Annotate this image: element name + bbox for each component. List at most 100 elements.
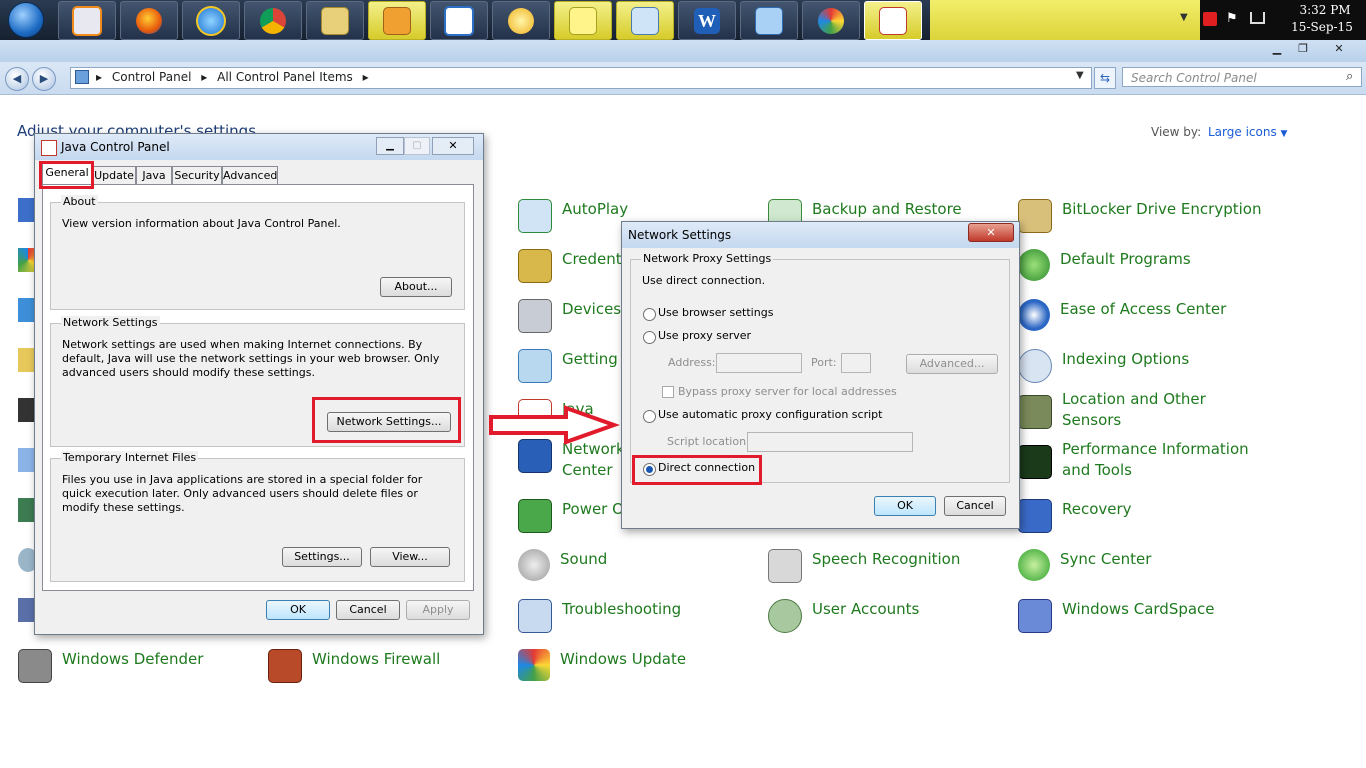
cp-item-windows-firewall[interactable]: Windows Firewall [268, 649, 440, 683]
breadcrumb-control-panel[interactable]: Control Panel [112, 70, 192, 84]
view-button[interactable]: View... [370, 547, 450, 567]
network-settings-text: Network settings are used when making In… [62, 338, 440, 379]
file-manager-icon [321, 6, 349, 35]
temp-group-label: Temporary Internet Files [61, 451, 199, 464]
taskbar-media-player[interactable] [58, 1, 116, 40]
cp-item-sound[interactable]: Sound [518, 549, 607, 581]
cp-item-location-sensors[interactable]: Location and Other Sensors [1018, 389, 1252, 431]
taskbar-control-panel[interactable] [740, 1, 798, 40]
taskbar-network-diagram[interactable] [430, 1, 488, 40]
action-center-flag-icon[interactable]: ⚑ [1226, 12, 1240, 26]
weather-icon [508, 7, 534, 34]
power-icon [518, 499, 552, 533]
network-dialog-close-button[interactable]: ✕ [968, 223, 1014, 242]
refresh-button[interactable]: ⇆ [1094, 67, 1116, 89]
cp-item-troubleshooting[interactable]: Troubleshooting [518, 599, 681, 633]
cp-item-ease-of-access[interactable]: Ease of Access Center [1018, 299, 1226, 331]
notepad-icon [631, 6, 659, 35]
autoplay-icon [518, 199, 552, 233]
auto-proxy-script-label[interactable]: Use automatic proxy configuration script [658, 408, 882, 422]
java-apply-button: Apply [406, 600, 470, 620]
maximize-button[interactable]: ❐ [1290, 41, 1316, 57]
taskbar-outlook[interactable] [368, 1, 426, 40]
network-dialog-title: Network Settings [628, 228, 732, 242]
window-titlebar [0, 40, 1366, 62]
tab-advanced[interactable]: Advanced [222, 166, 278, 186]
search-input[interactable]: Search Control Panel [1122, 67, 1362, 87]
tab-java[interactable]: Java [136, 166, 172, 186]
cp-item-windows-update[interactable]: Windows Update [518, 649, 686, 681]
cp-item-getting-started[interactable]: Getting S [518, 349, 632, 383]
view-mode-dropdown[interactable]: Large icons ▼ [1208, 125, 1287, 139]
outlook-icon [383, 6, 411, 35]
cp-item-credential-manager[interactable]: Credenti [518, 249, 626, 283]
cp-item-cardspace[interactable]: Windows CardSpace [1018, 599, 1215, 633]
network-cancel-button[interactable]: Cancel [944, 496, 1006, 516]
tab-security[interactable]: Security [172, 166, 222, 186]
close-button[interactable]: ✕ [1320, 41, 1358, 57]
radio-proxy-server[interactable] [643, 331, 656, 344]
cp-item-sync-center[interactable]: Sync Center [1018, 549, 1151, 581]
settings-button[interactable]: Settings... [282, 547, 362, 567]
java-cancel-button[interactable]: Cancel [336, 600, 400, 620]
taskbar-java[interactable] [864, 1, 922, 40]
radio-browser-settings[interactable] [643, 308, 656, 321]
java-ok-button[interactable]: OK [266, 600, 330, 620]
cp-item-bitlocker[interactable]: BitLocker Drive Encryption [1018, 199, 1261, 233]
cp-item-recovery[interactable]: Recovery [1018, 499, 1132, 533]
performance-icon [1018, 445, 1052, 479]
radio-auto-proxy-script[interactable] [643, 410, 656, 423]
cp-item-indexing-options[interactable]: Indexing Options [1018, 349, 1189, 383]
sticky-notes-icon [569, 6, 597, 35]
clock-time[interactable]: 3:32 PM [1290, 3, 1360, 17]
address-dropdown-icon[interactable]: ▼ [1076, 70, 1084, 81]
cp-item-user-accounts[interactable]: User Accounts [768, 599, 919, 633]
cp-item-windows-defender[interactable]: Windows Defender [18, 649, 203, 683]
minimize-button[interactable]: ▁ [1264, 41, 1290, 57]
printer-icon [518, 299, 552, 333]
annotation-direct-connection [632, 455, 762, 485]
tray-expand-icon[interactable]: ▼ [1180, 12, 1188, 23]
browser-settings-label[interactable]: Use browser settings [658, 306, 773, 320]
speaker-muted-icon[interactable] [1203, 12, 1217, 26]
back-button[interactable]: ◀ [5, 67, 29, 91]
cp-item-power-options[interactable]: Power O [518, 499, 624, 533]
tab-update[interactable]: Update [92, 166, 136, 186]
proxy-server-label[interactable]: Use proxy server [658, 329, 751, 343]
recovery-icon [1018, 499, 1052, 533]
port-input [841, 353, 871, 373]
taskbar-firefox[interactable] [120, 1, 178, 40]
start-button[interactable] [2, 1, 50, 39]
java-maximize-button: ▢ [404, 137, 430, 155]
clock-date[interactable]: 15-Sep-15 [1282, 20, 1362, 34]
java-close-button[interactable]: ✕ [432, 137, 474, 155]
cp-item-devices[interactable]: Devices [518, 299, 621, 333]
about-text: View version information about Java Cont… [62, 217, 341, 230]
taskbar-paint[interactable] [802, 1, 860, 40]
cp-item-speech-recognition[interactable]: Speech Recognition [768, 549, 960, 583]
taskbar-ie[interactable] [182, 1, 240, 40]
cp-item-performance[interactable]: Performance Information and Tools [1018, 439, 1252, 481]
java-icon [879, 6, 907, 35]
script-location-input [747, 432, 913, 452]
speaker-icon [518, 549, 550, 581]
cp-item-network-center[interactable]: Network Center [518, 439, 632, 481]
taskbar-file-manager[interactable] [306, 1, 364, 40]
taskbar-word[interactable]: W [678, 1, 736, 40]
location-sensor-icon [1018, 395, 1052, 429]
taskbar-weather[interactable] [492, 1, 550, 40]
taskbar-notepad[interactable] [616, 1, 674, 40]
forward-button[interactable]: ▶ [32, 67, 56, 91]
annotation-arrow-icon [489, 405, 620, 445]
cp-item-default-programs[interactable]: Default Programs [1018, 249, 1191, 281]
taskbar-sticky-notes[interactable] [554, 1, 612, 40]
about-button[interactable]: About... [380, 277, 452, 297]
network-ok-button[interactable]: OK [874, 496, 936, 516]
taskbar-chrome[interactable] [244, 1, 302, 40]
control-panel-icon [755, 6, 783, 35]
breadcrumb-all-items[interactable]: All Control Panel Items [217, 70, 353, 84]
cp-item-autoplay[interactable]: AutoPlay [518, 199, 628, 233]
java-panel-title: Java Control Panel [61, 140, 170, 154]
java-minimize-button[interactable]: ▁ [376, 137, 404, 155]
network-tray-icon[interactable] [1250, 12, 1265, 24]
